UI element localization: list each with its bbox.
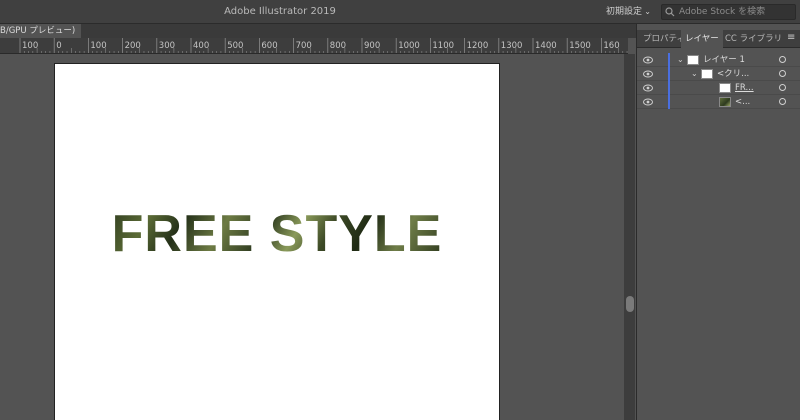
layer-color-bar: [668, 67, 670, 81]
eye-icon[interactable]: [643, 84, 653, 92]
layer-thumbnail: [687, 55, 699, 65]
tab-layers[interactable]: レイヤー: [681, 30, 723, 48]
ruler-tick-label: 1400: [535, 41, 557, 51]
ruler-tick-label: 160: [603, 41, 620, 51]
document-tab-label: B/GPU プレビュー): [0, 26, 76, 36]
layer-color-bar: [668, 53, 670, 67]
chevron-down-icon[interactable]: ⌄: [677, 53, 684, 67]
tab-cc-libraries[interactable]: CC ライブラリ: [721, 30, 786, 48]
chevron-down-icon: ⌄: [644, 7, 651, 16]
panel-menu-icon[interactable]: ≡: [787, 32, 797, 44]
layer-thumbnail: [719, 83, 731, 93]
layer-row[interactable]: ⌄ <クリ...: [637, 67, 800, 81]
layer-row[interactable]: <...: [637, 95, 800, 109]
clipped-text: FREE STYLE: [111, 205, 443, 263]
layers-panel: プロパティ レイヤー CC ライブラリ ≡ ⌄ レイヤー 1 ⌄ <クリ... …: [636, 24, 800, 420]
horizontal-ruler[interactable]: 100 0 100 200 300 400 500 600 700 800 900 1000 1100 1…: [0, 38, 628, 54]
layer-row[interactable]: FR...: [637, 81, 800, 95]
search-icon: [665, 7, 675, 17]
target-icon[interactable]: [779, 84, 786, 91]
canvas[interactable]: FREE STYLE: [0, 55, 628, 420]
layer-name[interactable]: <クリ...: [717, 67, 749, 81]
workspace-switcher[interactable]: 初期設定 ⌄: [603, 4, 653, 20]
ruler-tick-label: 800: [329, 41, 347, 51]
layer-color-bar: [668, 81, 670, 95]
ruler-tick-label: 700: [295, 41, 312, 51]
workspace-label: 初期設定: [606, 7, 643, 17]
layer-thumbnail: [701, 69, 713, 79]
artboard[interactable]: FREE STYLE: [55, 64, 499, 420]
search-placeholder: Adobe Stock を検索: [679, 7, 766, 17]
application-bar: Adobe Illustrator 2019 初期設定 ⌄ Adobe Stoc…: [0, 0, 800, 24]
layer-thumbnail: [719, 97, 731, 107]
layer-name[interactable]: レイヤー 1: [703, 53, 745, 67]
layer-color-bar: [668, 95, 670, 109]
ruler-tick-label: 1100: [432, 41, 455, 51]
eye-icon[interactable]: [643, 56, 653, 64]
eye-icon[interactable]: [643, 70, 653, 78]
document-tab[interactable]: B/GPU プレビュー): [0, 24, 82, 38]
layer-row[interactable]: ⌄ レイヤー 1: [637, 53, 800, 67]
ruler-tick-label: 400: [193, 41, 210, 51]
document-tab-bar: B/GPU プレビュー): [0, 24, 636, 38]
ruler-tick-label: 0: [56, 41, 62, 51]
panel-tab-bar: プロパティ レイヤー CC ライブラリ ≡: [637, 30, 800, 48]
ruler-tick-label: 900: [364, 41, 381, 51]
ruler-tick-label: 500: [227, 41, 244, 51]
target-icon[interactable]: [779, 70, 786, 77]
ruler-tick-label: 300: [158, 41, 176, 51]
target-icon[interactable]: [779, 56, 786, 63]
vertical-scrollbar[interactable]: [624, 54, 635, 420]
scrollbar-thumb[interactable]: [626, 296, 634, 312]
ruler-tick-label: 100: [22, 41, 39, 51]
artboard-text[interactable]: FREE STYLE: [55, 206, 499, 262]
app-title: Adobe Illustrator 2019: [224, 6, 336, 17]
stock-search-input[interactable]: Adobe Stock を検索: [661, 4, 796, 20]
chevron-down-icon[interactable]: ⌄: [691, 67, 698, 81]
layer-name[interactable]: <...: [735, 95, 750, 109]
ruler-tick-label: 1300: [500, 41, 523, 51]
ruler-tick-label: 1500: [569, 41, 591, 51]
ruler-tick-label: 100: [90, 41, 107, 51]
eye-icon[interactable]: [643, 98, 653, 106]
ruler-tick-label: 1000: [398, 41, 420, 51]
ruler-tick-label: 200: [124, 41, 141, 51]
layer-name[interactable]: FR...: [735, 81, 754, 95]
ruler-tick-label: 600: [261, 41, 278, 51]
ruler-tick-label: 1200: [466, 41, 489, 51]
target-icon[interactable]: [779, 98, 786, 105]
